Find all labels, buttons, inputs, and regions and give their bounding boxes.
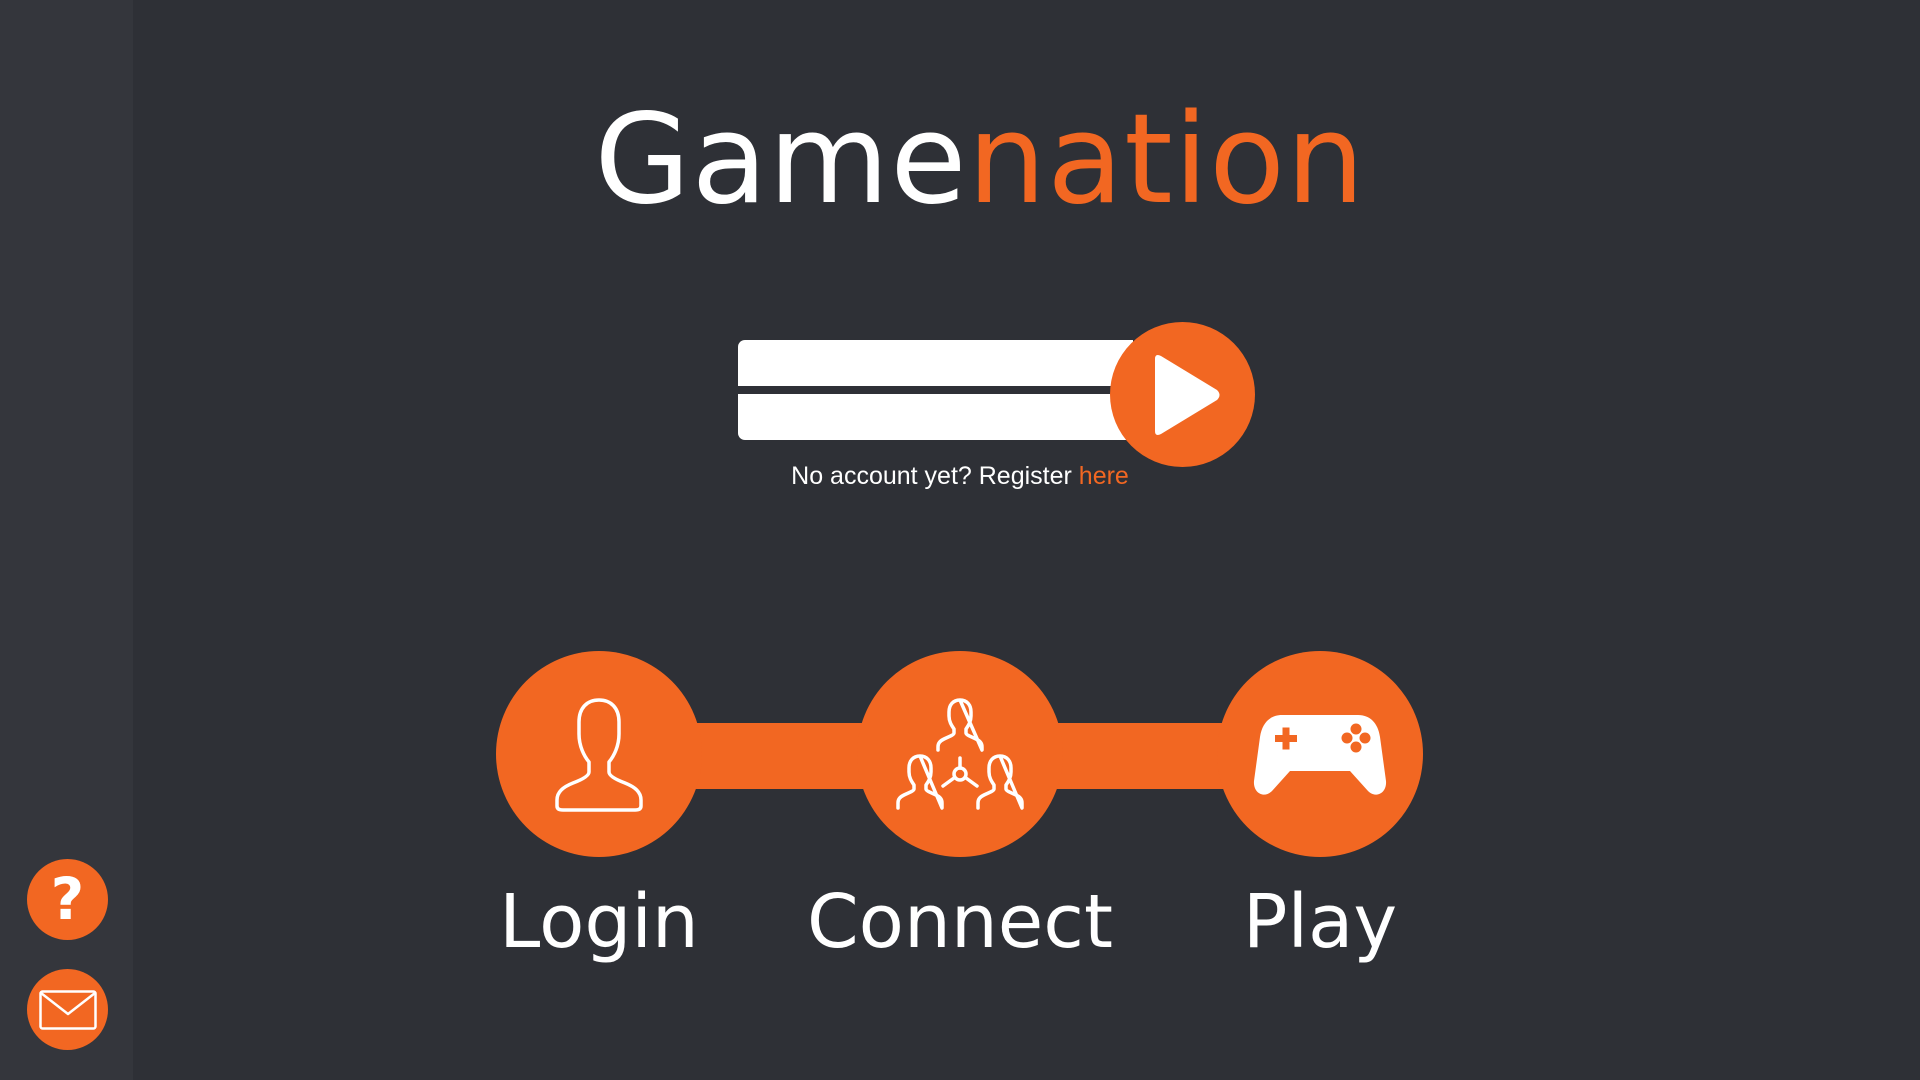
register-text: No account yet? Register [791,462,1079,490]
play-step-button[interactable] [1217,651,1423,857]
logo-word-game: Game [594,88,968,232]
network-people-icon [896,698,1024,810]
login-form [738,340,1158,440]
connect-step-label[interactable]: Connect [760,885,1160,959]
user-icon [555,698,643,812]
password-field[interactable] [738,394,1133,440]
connect-step-button[interactable] [857,651,1063,857]
question-mark-icon: ? [50,864,85,933]
gamepad-icon [1253,715,1387,795]
login-submit-button[interactable] [1110,322,1255,467]
logo-word-nation: nation [967,88,1366,232]
help-button[interactable]: ? [27,859,108,940]
play-step-label[interactable]: Play [1120,885,1520,959]
username-field[interactable] [738,340,1133,386]
register-prompt: No account yet? Register here [0,462,1920,491]
login-step-label[interactable]: Login [399,885,799,959]
play-triangle-icon [1154,354,1219,435]
mail-button[interactable] [27,969,108,1050]
register-link[interactable]: here [1079,462,1129,490]
app-logo-title: Gamenation [0,98,1920,222]
login-step-button[interactable] [496,651,702,857]
page: ? Gamenation No account yet? Register he… [0,0,1920,1080]
envelope-icon [38,989,97,1030]
